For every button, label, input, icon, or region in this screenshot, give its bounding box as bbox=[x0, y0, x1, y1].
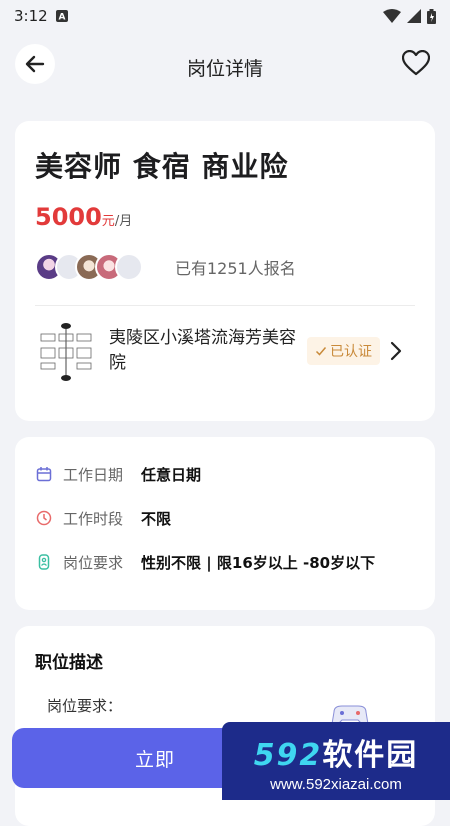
avatar-group bbox=[35, 253, 143, 281]
info-label: 岗位要求 bbox=[63, 553, 124, 572]
info-value: 不限 bbox=[141, 509, 172, 528]
applicants-row[interactable]: 已有1251人报名 bbox=[35, 253, 415, 281]
salary-unit: 元 bbox=[101, 214, 115, 229]
svg-text:A: A bbox=[58, 13, 65, 23]
battery-icon bbox=[427, 8, 436, 24]
verified-badge: 已认证 bbox=[307, 337, 380, 365]
company-name: 夷陵区小溪塔流海芳美容院 bbox=[109, 328, 296, 373]
divider bbox=[35, 305, 415, 306]
job-summary-card: 美容师 食宿 商业险 5000 元 /月 已有1251人报名 夷陵区小溪塔流海芳… bbox=[15, 121, 435, 421]
job-title: 美容师 食宿 商业险 bbox=[35, 150, 289, 183]
status-time: 3:12 bbox=[14, 7, 48, 25]
info-value: 性别不限 | 限16岁以上 -80岁以下 bbox=[141, 553, 376, 572]
info-label: 工作时段 bbox=[63, 509, 124, 528]
watermark-text: 软件园 bbox=[322, 737, 419, 773]
calendar-icon bbox=[35, 465, 53, 483]
verified-label: 已认证 bbox=[330, 344, 372, 360]
info-row-requirement: 岗位要求 性别不限 | 限16岁以上 -80岁以下 bbox=[35, 551, 415, 573]
company-chevron[interactable] bbox=[390, 341, 402, 361]
wifi-icon bbox=[383, 9, 401, 23]
info-row-date: 工作日期 任意日期 bbox=[35, 463, 415, 485]
salary: 5000 元 /月 bbox=[35, 203, 415, 231]
person-icon bbox=[35, 553, 53, 571]
status-right bbox=[383, 8, 436, 24]
watermark-brand: 592软件园 bbox=[254, 730, 419, 774]
header: 岗位详情 bbox=[0, 32, 450, 100]
job-info-card: 工作日期 任意日期 工作时段 不限 岗位要求 性别不限 | 限16岁以上 -80… bbox=[15, 437, 435, 610]
watermark-number: 592 bbox=[253, 737, 323, 773]
info-value: 任意日期 bbox=[141, 465, 202, 484]
heart-icon bbox=[402, 50, 430, 76]
applicant-count: 已有1251人报名 bbox=[175, 259, 296, 278]
chevron-right-icon bbox=[390, 341, 402, 361]
info-label: 工作日期 bbox=[63, 465, 124, 484]
check-icon bbox=[315, 347, 327, 356]
favorite-button[interactable] bbox=[402, 49, 430, 77]
salary-amount: 5000 bbox=[35, 203, 102, 231]
status-bar: 3:12 A bbox=[0, 0, 450, 32]
avatar bbox=[115, 253, 143, 281]
notification-icon: A bbox=[55, 10, 68, 23]
clock-icon bbox=[35, 509, 53, 527]
apply-label: 立即 bbox=[134, 748, 175, 771]
salary-period: /月 bbox=[114, 214, 133, 229]
page-title: 岗位详情 bbox=[186, 58, 263, 80]
watermark-url: www.592xiazai.com bbox=[270, 775, 402, 793]
company-logo bbox=[35, 320, 97, 382]
watermark-logo: 592软件园 www.592xiazai.com bbox=[222, 722, 450, 800]
section-title: 职位描述 bbox=[35, 653, 103, 673]
info-row-time: 工作时段 不限 bbox=[35, 507, 415, 529]
signal-icon bbox=[407, 9, 421, 23]
company-row[interactable]: 夷陵区小溪塔流海芳美容院 已认证 bbox=[35, 320, 415, 382]
status-left: 3:12 A bbox=[14, 7, 68, 25]
